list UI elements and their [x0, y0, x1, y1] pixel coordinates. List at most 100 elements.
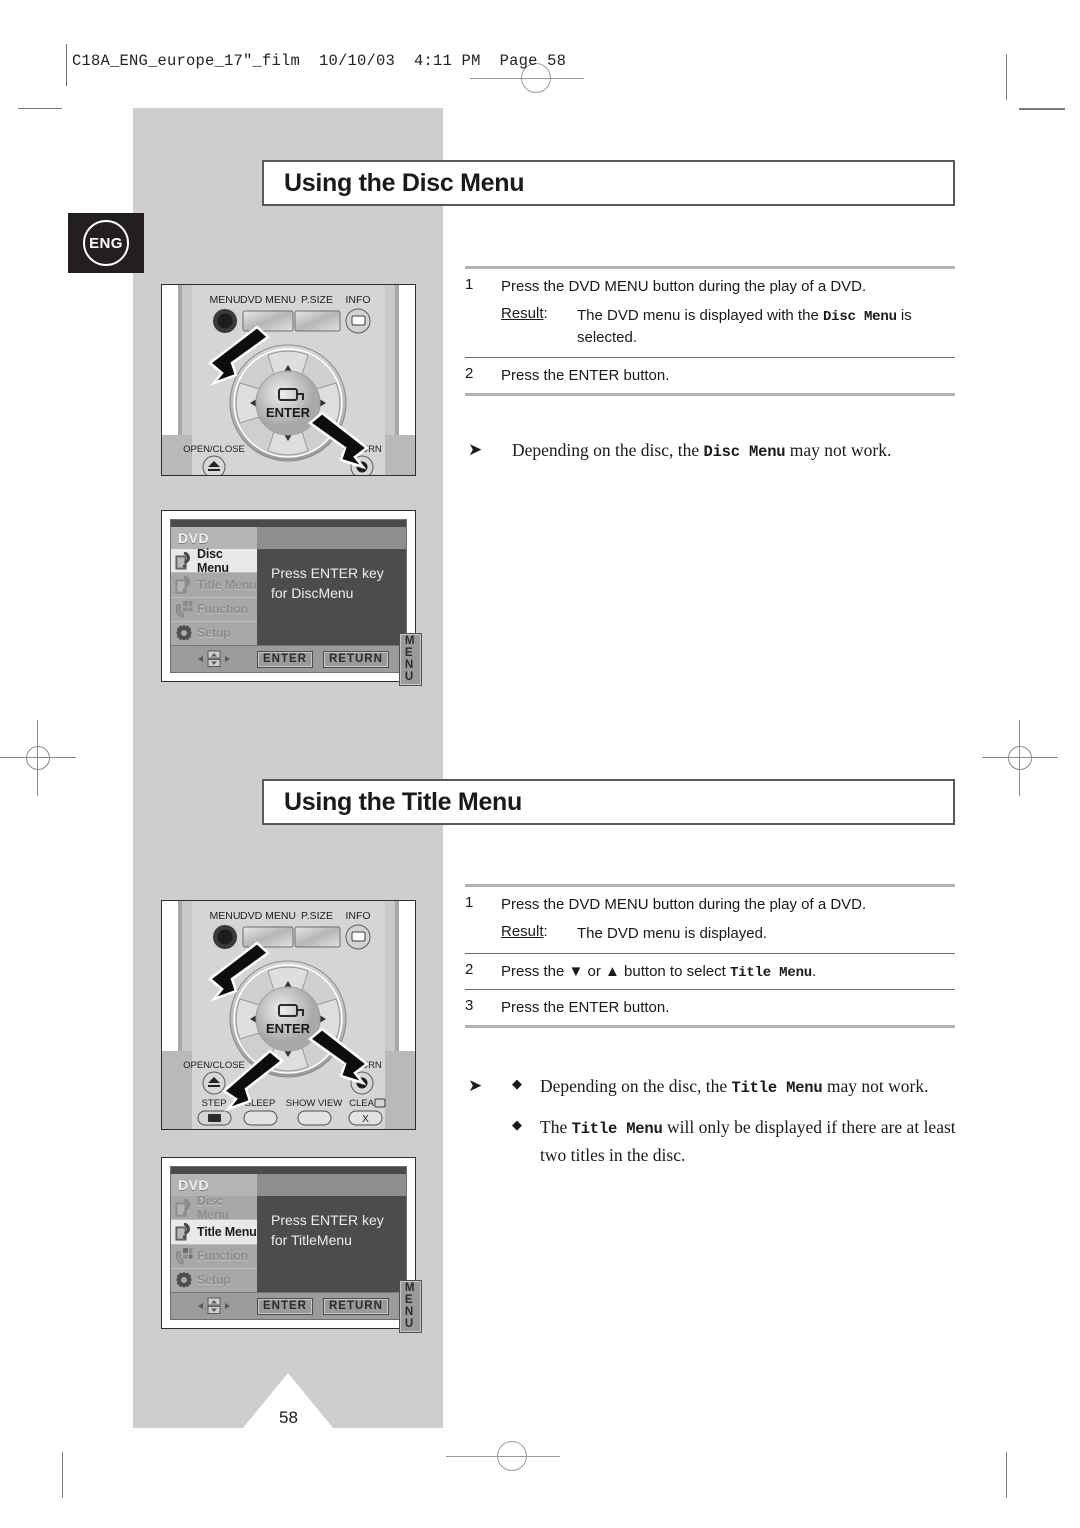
language-badge: ENG — [68, 213, 144, 273]
svg-text:X: X — [362, 1114, 369, 1125]
function-icon — [171, 1247, 197, 1265]
osd-item-label: Function — [197, 1249, 249, 1264]
svg-text:ENTER: ENTER — [266, 1021, 311, 1036]
step-row: 2 Press the ENTER button. — [465, 358, 955, 393]
svg-text:INFO: INFO — [345, 294, 370, 306]
osd-screen: DVD Disc Menu Title Menu Function Setup … — [170, 1166, 422, 1333]
remote-graphic: MENU DVD MENU P.SIZE INFO ENTER OPEN/CLO… — [162, 285, 415, 475]
svg-text:MENU: MENU — [210, 294, 241, 306]
section-heading-disc-menu: Using the Disc Menu — [262, 160, 955, 206]
note-post: may not work. — [785, 440, 892, 460]
osd-item-label: Disc Menu — [197, 1193, 229, 1222]
osd-nav-arrows-icon — [171, 650, 257, 668]
svg-text:SHOW VIEW: SHOW VIEW — [286, 1098, 343, 1109]
result-pre: The DVD menu is displayed with the — [577, 306, 823, 324]
svg-text:MENU: MENU — [210, 910, 241, 922]
step-row: 1 Press the DVD MENU button during the p… — [465, 269, 955, 304]
osd-btn-menu[interactable]: M E N U — [398, 632, 422, 686]
step-text-post: . — [811, 962, 817, 980]
osd-item-setup[interactable]: Setup — [171, 1269, 257, 1293]
note-text: Depending on the disc, the Disc Menu may… — [512, 437, 968, 464]
note-diamond-icon: ◆ — [512, 1076, 522, 1091]
page-number: 58 — [279, 1408, 298, 1427]
step-text: Press the ▼ or ▲ button to select Title … — [501, 961, 816, 983]
title-menu-icon — [171, 575, 197, 594]
svg-text:DVD MENU: DVD MENU — [240, 294, 296, 306]
step-number: 1 — [465, 276, 474, 293]
osd-content-panel: Press ENTER key for DiscMenu — [257, 549, 406, 646]
steps-table-disc-menu: 1 Press the DVD MENU button during the p… — [465, 266, 955, 396]
osd-item-title-menu[interactable]: Title Menu — [171, 573, 257, 598]
note-text: Depending on the disc, the Title Menu ma… — [540, 1073, 968, 1100]
osd-btn-return[interactable]: RETURN — [322, 1297, 389, 1315]
fold-line-bottom — [446, 1456, 560, 1457]
step-text-mono: Title Menu — [729, 964, 812, 981]
svg-text:DVD MENU: DVD MENU — [240, 910, 296, 922]
result-colon: : — [543, 922, 548, 940]
crop-mark-top-right-vertical — [1006, 54, 1007, 100]
step-text: Press the DVD MENU button during the pla… — [501, 278, 867, 295]
step-result-row: Result: The DVD menu is displayed. — [465, 922, 955, 953]
osd-top-bar — [171, 1167, 406, 1174]
osd-button-bar: ENTER RETURN M E N U — [171, 1279, 422, 1333]
function-icon — [171, 600, 197, 618]
svg-text:INFO: INFO — [345, 910, 370, 922]
setup-gear-icon — [171, 1271, 197, 1289]
remote-graphic: MENU DVD MENU P.SIZE INFO ENTER OPEN/CLO… — [162, 901, 415, 1129]
step-number: 3 — [465, 996, 474, 1014]
language-badge-label: ENG — [89, 234, 123, 252]
result-colon: : — [543, 304, 548, 322]
osd-item-label: Setup — [197, 1273, 231, 1288]
osd-body-line-1: Press ENTER key — [271, 1212, 384, 1228]
fold-line-top — [470, 78, 584, 79]
file-header-text: C18A_ENG_europe_17"_film 10/10/03 4:11 P… — [72, 52, 567, 70]
note-arrow-icon: ➤ — [468, 1076, 483, 1095]
note-item: ➤ Depending on the disc, the Disc Menu m… — [468, 437, 968, 464]
note-arrow-spacer — [468, 1114, 512, 1168]
osd-item-function[interactable]: Function — [171, 1245, 257, 1269]
remote-illustration-disc-menu: MENU DVD MENU P.SIZE INFO ENTER OPEN/CLO… — [161, 284, 416, 476]
note-item: ➤ ◆ Depending on the disc, the Title Men… — [468, 1073, 968, 1100]
step-text: Press the ENTER button. — [501, 998, 670, 1016]
osd-item-setup[interactable]: Setup — [171, 622, 257, 646]
result-value: The DVD menu is displayed. — [577, 923, 767, 945]
notes-title-menu: ➤ ◆ Depending on the disc, the Title Men… — [468, 1073, 968, 1168]
osd-item-label: Disc Menu — [197, 546, 229, 575]
osd-item-title-menu[interactable]: Title Menu — [171, 1220, 257, 1245]
disc-menu-icon — [171, 1198, 197, 1217]
osd-sidebar: Disc Menu Title Menu Function Setup — [171, 1193, 257, 1293]
step-number: 1 — [465, 894, 474, 911]
osd-button-bar: ENTER RETURN M E N U — [171, 632, 422, 686]
section-heading-title-menu: Using the Title Menu — [262, 779, 955, 825]
step-row: 2 Press the ▼ or ▲ button to select Titl… — [465, 954, 955, 989]
title-menu-icon — [171, 1222, 197, 1241]
result-label: Result: — [501, 923, 577, 945]
osd-body-line-2: for TitleMenu — [271, 1232, 352, 1249]
result-mono: Disc Menu — [822, 308, 897, 325]
step-number: 2 — [465, 364, 474, 382]
result-label-text: Result — [501, 922, 544, 940]
remote-illustration-title-menu: MENU DVD MENU P.SIZE INFO ENTER OPEN/CLO… — [161, 900, 416, 1130]
osd-btn-menu[interactable]: M E N U — [398, 1279, 422, 1333]
osd-item-disc-menu[interactable]: Disc Menu — [171, 1193, 257, 1222]
osd-btn-return[interactable]: RETURN — [322, 650, 389, 668]
osd-btn-enter[interactable]: ENTER — [257, 1297, 313, 1315]
language-badge-ring: ENG — [83, 220, 129, 266]
crop-mark-top-right-horizontal — [1019, 108, 1065, 110]
note-item: ◆ The Title Menu will only be displayed … — [468, 1114, 968, 1168]
osd-body-line-1: Press ENTER key — [271, 565, 384, 581]
result-pre: The DVD menu is displayed. — [577, 924, 768, 942]
note-arrow-icon: ➤ — [468, 440, 483, 459]
osd-item-disc-menu[interactable]: Disc Menu — [171, 546, 257, 575]
crop-mark-bottom-left-horizontal — [62, 1452, 63, 1498]
step-text: Press the ENTER button. — [501, 366, 670, 384]
step-result-row: Result: The DVD menu is displayed with t… — [465, 304, 955, 357]
osd-btn-enter[interactable]: ENTER — [257, 650, 313, 668]
osd-item-function[interactable]: Function — [171, 598, 257, 622]
svg-text:P.SIZE: P.SIZE — [301, 910, 333, 922]
steps-table-title-menu: 1 Press the DVD MENU button during the p… — [465, 884, 955, 1028]
osd-item-label: Title Menu — [197, 1224, 257, 1239]
result-value: The DVD menu is displayed with the Disc … — [577, 305, 955, 349]
steps-rule-bottom — [465, 392, 955, 396]
steps-rule-bottom — [465, 1024, 955, 1028]
